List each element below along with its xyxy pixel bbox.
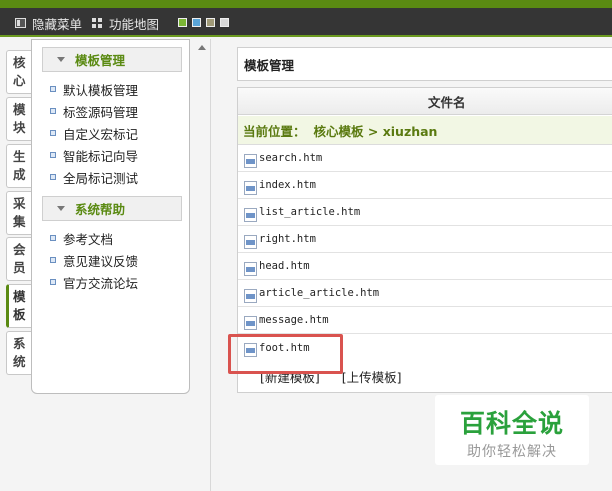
breadcrumb-path[interactable]: 核心模板 > xiuzhan: [314, 121, 438, 140]
file-row[interactable]: list_article.htm: [238, 199, 612, 226]
menu-item-official-forum[interactable]: 官方交流论坛: [50, 273, 138, 291]
file-name[interactable]: index.htm: [259, 179, 316, 191]
file-name[interactable]: message.htm: [259, 314, 329, 326]
menu-item-label: 参考文档: [63, 231, 114, 247]
file-icon: [244, 315, 257, 330]
left-tab-rail: 核心 模块 生成 采集 会员 模板 系统: [0, 39, 31, 491]
function-map-button[interactable]: 功能地图: [92, 14, 159, 32]
bullet-icon: [50, 152, 56, 158]
tab-generate[interactable]: 生成: [6, 144, 31, 188]
watermark-title: 百科全说: [459, 409, 564, 438]
menu-item-default-templates[interactable]: 默认模板管理: [50, 80, 138, 98]
file-icon: [244, 153, 257, 168]
menu-item-global-tag-test[interactable]: 全局标记测试: [50, 168, 138, 186]
theme-swatch-blue[interactable]: [192, 18, 201, 27]
watermark-subtitle: 助你轻松解决: [467, 444, 557, 460]
file-icon: [244, 180, 257, 195]
page-title: 模板管理: [237, 47, 612, 81]
menu-item-label: 意见建议反馈: [63, 253, 139, 269]
file-icon: [244, 288, 257, 303]
menu-group-title: 系统帮助: [75, 202, 126, 217]
theme-swatch-green[interactable]: [178, 18, 187, 27]
tab-system[interactable]: 系统: [6, 331, 31, 375]
menu-group-title: 模板管理: [75, 53, 126, 68]
bullet-icon: [50, 235, 56, 241]
menu-item-feedback[interactable]: 意见建议反馈: [50, 251, 138, 269]
watermark: 百科全说 助你轻松解决: [435, 395, 589, 465]
highlight-annotation: [228, 334, 343, 374]
bullet-icon: [50, 174, 56, 180]
file-name[interactable]: search.htm: [259, 152, 322, 164]
menu-item-custom-macro[interactable]: 自定义宏标记: [50, 124, 138, 142]
grid-icon: [92, 18, 103, 28]
bullet-icon: [50, 108, 56, 114]
breadcrumb: 当前位置： 核心模板 > xiuzhan: [238, 116, 612, 145]
menu-item-label: 官方交流论坛: [63, 275, 139, 291]
column-header-filename: 文件名: [238, 88, 612, 115]
top-banner: [0, 0, 612, 8]
menu-item-label: 标签源码管理: [63, 104, 139, 120]
file-name[interactable]: list_article.htm: [259, 206, 360, 218]
theme-swatch-gray[interactable]: [220, 18, 229, 27]
file-name[interactable]: head.htm: [259, 260, 310, 272]
bullet-icon: [50, 279, 56, 285]
menu-item-label: 智能标记向导: [63, 148, 139, 164]
hide-menu-button[interactable]: 隐藏菜单: [15, 14, 82, 32]
menu-group-system-help[interactable]: 系统帮助: [42, 196, 182, 221]
hide-menu-label: 隐藏菜单: [32, 16, 83, 32]
tab-core[interactable]: 核心: [6, 50, 31, 94]
menu-item-label: 默认模板管理: [63, 82, 139, 98]
file-name[interactable]: right.htm: [259, 233, 316, 245]
menu-item-reference-docs[interactable]: 参考文档: [50, 229, 113, 247]
tab-collect[interactable]: 采集: [6, 191, 31, 235]
menu-item-label: 自定义宏标记: [63, 126, 139, 142]
menu-item-label: 全局标记测试: [63, 170, 139, 186]
file-row[interactable]: search.htm: [238, 145, 612, 172]
file-row[interactable]: right.htm: [238, 226, 612, 253]
file-row[interactable]: message.htm: [238, 307, 612, 334]
file-icon: [244, 261, 257, 276]
theme-swatch-brown[interactable]: [206, 18, 215, 27]
scroll-up-arrow-icon[interactable]: [198, 45, 206, 50]
sidebar-icon: [15, 18, 26, 28]
tab-members[interactable]: 会员: [6, 237, 31, 281]
tab-modules[interactable]: 模块: [6, 97, 31, 141]
function-map-label: 功能地图: [109, 16, 160, 32]
file-name[interactable]: article_article.htm: [259, 287, 379, 299]
tab-templates[interactable]: 模板: [6, 284, 31, 328]
sidebar-menu: 模板管理 默认模板管理 标签源码管理 自定义宏标记 智能标记向导 全局标记测试 …: [31, 39, 190, 394]
menu-item-smart-tag-wizard[interactable]: 智能标记向导: [50, 146, 138, 164]
collapse-arrow-icon: [57, 57, 65, 62]
bullet-icon: [50, 257, 56, 263]
file-row[interactable]: head.htm: [238, 253, 612, 280]
upload-template-link[interactable]: [上传模板]: [342, 367, 402, 386]
file-icon: [244, 234, 257, 249]
menu-scroll-gutter: [193, 39, 211, 491]
file-row[interactable]: index.htm: [238, 172, 612, 199]
bullet-icon: [50, 86, 56, 92]
menu-item-tag-source[interactable]: 标签源码管理: [50, 102, 138, 120]
menu-group-template-management[interactable]: 模板管理: [42, 47, 182, 72]
bullet-icon: [50, 130, 56, 136]
top-toolbar: 隐藏菜单 功能地图: [0, 8, 612, 37]
breadcrumb-prefix: 当前位置：: [243, 123, 306, 139]
file-row[interactable]: article_article.htm: [238, 280, 612, 307]
collapse-arrow-icon: [57, 206, 65, 211]
file-icon: [244, 207, 257, 222]
